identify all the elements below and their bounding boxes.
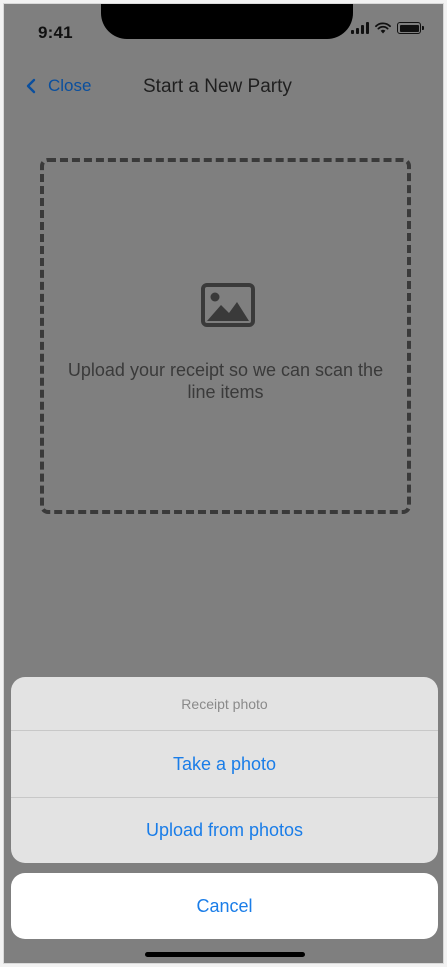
status-icons — [351, 22, 424, 34]
action-sheet-title: Receipt photo — [11, 677, 438, 731]
upload-from-photos-button[interactable]: Upload from photos — [11, 797, 438, 863]
receipt-upload-area[interactable]: Upload your receipt so we can scan the l… — [40, 158, 411, 514]
signal-icon — [351, 22, 369, 34]
battery-icon — [397, 22, 424, 34]
take-photo-button[interactable]: Take a photo — [11, 731, 438, 797]
image-icon — [201, 283, 255, 327]
close-button[interactable]: Close — [26, 76, 91, 96]
close-label: Close — [48, 76, 92, 95]
home-indicator — [145, 952, 305, 957]
cancel-button[interactable]: Cancel — [11, 873, 438, 939]
page-title: Start a New Party — [143, 76, 292, 97]
phone-screen: 9:41 Close Start a New Party Upload your… — [3, 3, 444, 964]
status-time: 9:41 — [38, 23, 73, 42]
wifi-icon — [375, 22, 391, 34]
chevron-left-icon — [26, 78, 36, 94]
action-sheet: Receipt photo Take a photo Upload from p… — [11, 677, 438, 863]
upload-instructions: Upload your receipt so we can scan the l… — [67, 360, 384, 402]
device-notch — [101, 4, 353, 39]
